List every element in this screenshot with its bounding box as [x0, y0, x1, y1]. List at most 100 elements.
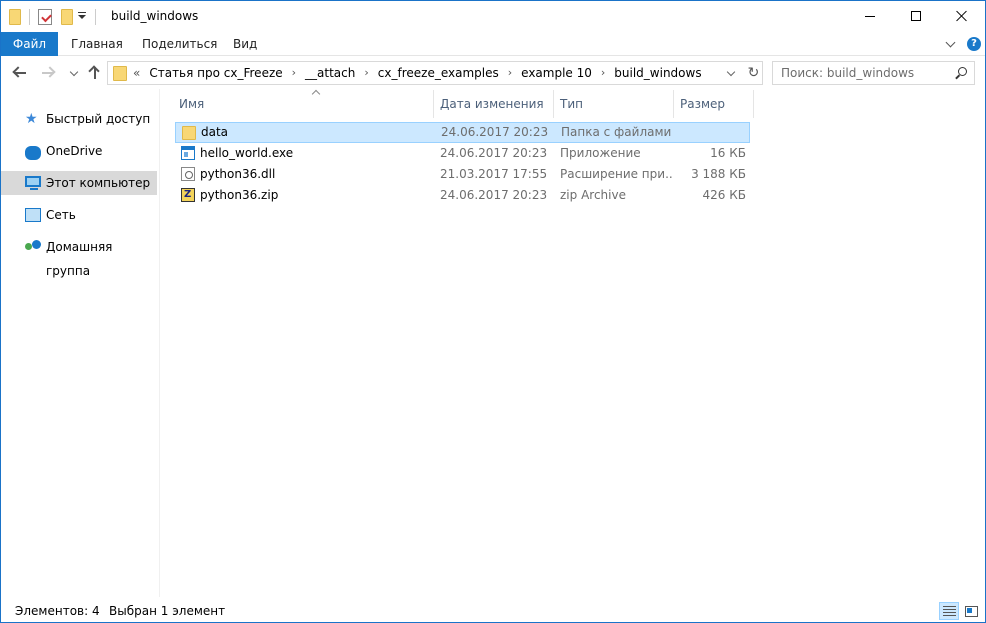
- forward-arrow-icon: [42, 72, 54, 74]
- column-header-name[interactable]: Имя: [173, 90, 434, 118]
- new-folder-icon[interactable]: [61, 9, 73, 25]
- file-name: data: [201, 125, 229, 139]
- up-arrow-icon: [94, 67, 96, 79]
- sidebar-item-homegroup[interactable]: Домашняя группа: [1, 235, 157, 278]
- column-header-label: Тип: [560, 97, 583, 111]
- window-folder-icon: [9, 9, 21, 25]
- table-row[interactable]: python36.zip 24.06.2017 20:23 zip Archiv…: [175, 184, 750, 206]
- file-date: 24.06.2017 20:23: [441, 125, 549, 139]
- navigation-pane: ★ Быстрый доступ OneDrive Этот компьютер…: [1, 89, 160, 597]
- zip-icon: [181, 184, 195, 205]
- breadcrumb: « Статья про cx_Freeze › __attach › cx_f…: [133, 62, 702, 84]
- network-icon: [25, 208, 41, 222]
- column-header-label: Дата изменения: [440, 97, 544, 111]
- qat-separator: [29, 9, 30, 25]
- navigation-bar: « Статья про cx_Freeze › __attach › cx_f…: [1, 57, 985, 89]
- sidebar-item-network[interactable]: Сеть: [1, 203, 157, 227]
- refresh-button[interactable]: ↻: [744, 64, 762, 82]
- file-date: 21.03.2017 17:55: [440, 167, 548, 181]
- forward-button[interactable]: [39, 64, 57, 82]
- status-bar: Элементов: 4 Выбран 1 элемент: [1, 599, 985, 622]
- search-icon[interactable]: [955, 67, 967, 79]
- chevron-down-icon: [69, 67, 79, 76]
- sidebar-item-label: OneDrive: [46, 144, 103, 158]
- customize-qat-icon[interactable]: [77, 12, 87, 22]
- breadcrumb-separator[interactable]: ›: [292, 62, 296, 84]
- breadcrumb-item[interactable]: build_windows: [614, 62, 701, 84]
- sidebar-item-label: Этот компьютер: [46, 176, 151, 190]
- breadcrumb-overflow[interactable]: «: [133, 62, 140, 84]
- column-header-date[interactable]: Дата изменения: [434, 90, 554, 118]
- address-history-button[interactable]: [724, 66, 738, 80]
- file-type: Расширение при...: [560, 167, 672, 181]
- this-pc-icon: [25, 176, 41, 190]
- minimize-button[interactable]: [847, 1, 893, 31]
- breadcrumb-separator[interactable]: ›: [508, 62, 512, 84]
- tab-share[interactable]: Поделиться: [129, 32, 230, 56]
- file-date: 24.06.2017 20:23: [440, 146, 548, 160]
- file-size: 426 КБ: [702, 188, 746, 202]
- file-name: hello_world.exe: [200, 146, 294, 160]
- large-icons-view-icon: [965, 606, 978, 617]
- details-view-icon: [943, 606, 956, 617]
- file-size: 16 КБ: [710, 146, 746, 160]
- refresh-icon: ↻: [747, 65, 760, 81]
- address-bar[interactable]: « Статья про cx_Freeze › __attach › cx_f…: [107, 61, 763, 85]
- sidebar-item-this-pc[interactable]: Этот компьютер: [1, 171, 157, 195]
- recent-locations-button[interactable]: [65, 64, 83, 82]
- window-title: build_windows: [111, 9, 199, 23]
- large-icons-view-button[interactable]: [961, 602, 981, 620]
- table-row[interactable]: data 24.06.2017 20:23 Папка с файлами: [175, 122, 750, 143]
- tab-file[interactable]: Файл: [1, 32, 58, 56]
- sidebar-item-onedrive[interactable]: OneDrive: [1, 139, 157, 163]
- file-type: Приложение: [560, 146, 641, 160]
- table-row[interactable]: python36.dll 21.03.2017 17:55 Расширение…: [175, 164, 750, 185]
- breadcrumb-separator[interactable]: ›: [364, 62, 368, 84]
- quick-access-star-icon: ★: [25, 111, 38, 127]
- sort-ascending-icon: [312, 89, 320, 95]
- onedrive-cloud-icon: [25, 146, 41, 160]
- column-header-type[interactable]: Тип: [554, 90, 674, 118]
- quick-access-toolbar: [9, 8, 104, 26]
- breadcrumb-item[interactable]: Статья про cx_Freeze: [149, 62, 282, 84]
- qat-separator: [95, 9, 96, 25]
- ribbon: Файл Главная Поделиться Вид ?: [1, 32, 985, 56]
- file-type: Папка с файлами: [561, 125, 672, 139]
- file-type: zip Archive: [560, 188, 626, 202]
- dll-icon: [181, 167, 195, 181]
- breadcrumb-item[interactable]: __attach: [305, 62, 355, 84]
- sidebar-item-label: Сеть: [46, 208, 76, 222]
- maximize-icon: [911, 11, 921, 21]
- explorer-window: build_windows Файл Главная Поделиться Ви…: [0, 0, 986, 623]
- breadcrumb-item[interactable]: cx_freeze_examples: [378, 62, 499, 84]
- breadcrumb-item[interactable]: example 10: [521, 62, 592, 84]
- column-header-size[interactable]: Размер: [674, 90, 754, 118]
- search-input[interactable]: Поиск: build_windows: [772, 61, 975, 85]
- tab-home[interactable]: Главная: [58, 32, 136, 56]
- table-row[interactable]: hello_world.exe 24.06.2017 20:23 Приложе…: [175, 143, 750, 164]
- close-button[interactable]: [939, 1, 985, 31]
- sidebar-item-label: Домашняя группа: [46, 240, 113, 278]
- folder-icon: [182, 126, 196, 140]
- status-selected: Выбран 1 элемент: [109, 604, 226, 618]
- breadcrumb-separator[interactable]: ›: [601, 62, 605, 84]
- tab-view[interactable]: Вид: [220, 32, 270, 56]
- maximize-button[interactable]: [893, 1, 939, 31]
- details-view-button[interactable]: [939, 602, 959, 620]
- search-placeholder: Поиск: build_windows: [781, 66, 915, 80]
- sidebar-item-quick-access[interactable]: ★ Быстрый доступ: [1, 107, 157, 131]
- properties-icon[interactable]: [38, 9, 52, 25]
- minimize-icon: [865, 15, 875, 17]
- back-button[interactable]: [11, 64, 29, 82]
- homegroup-icon: [25, 240, 41, 254]
- back-arrow-icon: [14, 72, 26, 74]
- file-name: python36.zip: [200, 188, 279, 202]
- up-button[interactable]: [86, 64, 104, 82]
- expand-ribbon-icon[interactable]: [947, 39, 955, 47]
- column-header-label: Имя: [179, 97, 205, 111]
- file-name: python36.dll: [200, 167, 276, 181]
- address-folder-icon: [113, 66, 127, 81]
- file-date: 24.06.2017 20:23: [440, 188, 548, 202]
- help-icon[interactable]: ?: [967, 37, 981, 51]
- column-header-label: Размер: [680, 97, 726, 111]
